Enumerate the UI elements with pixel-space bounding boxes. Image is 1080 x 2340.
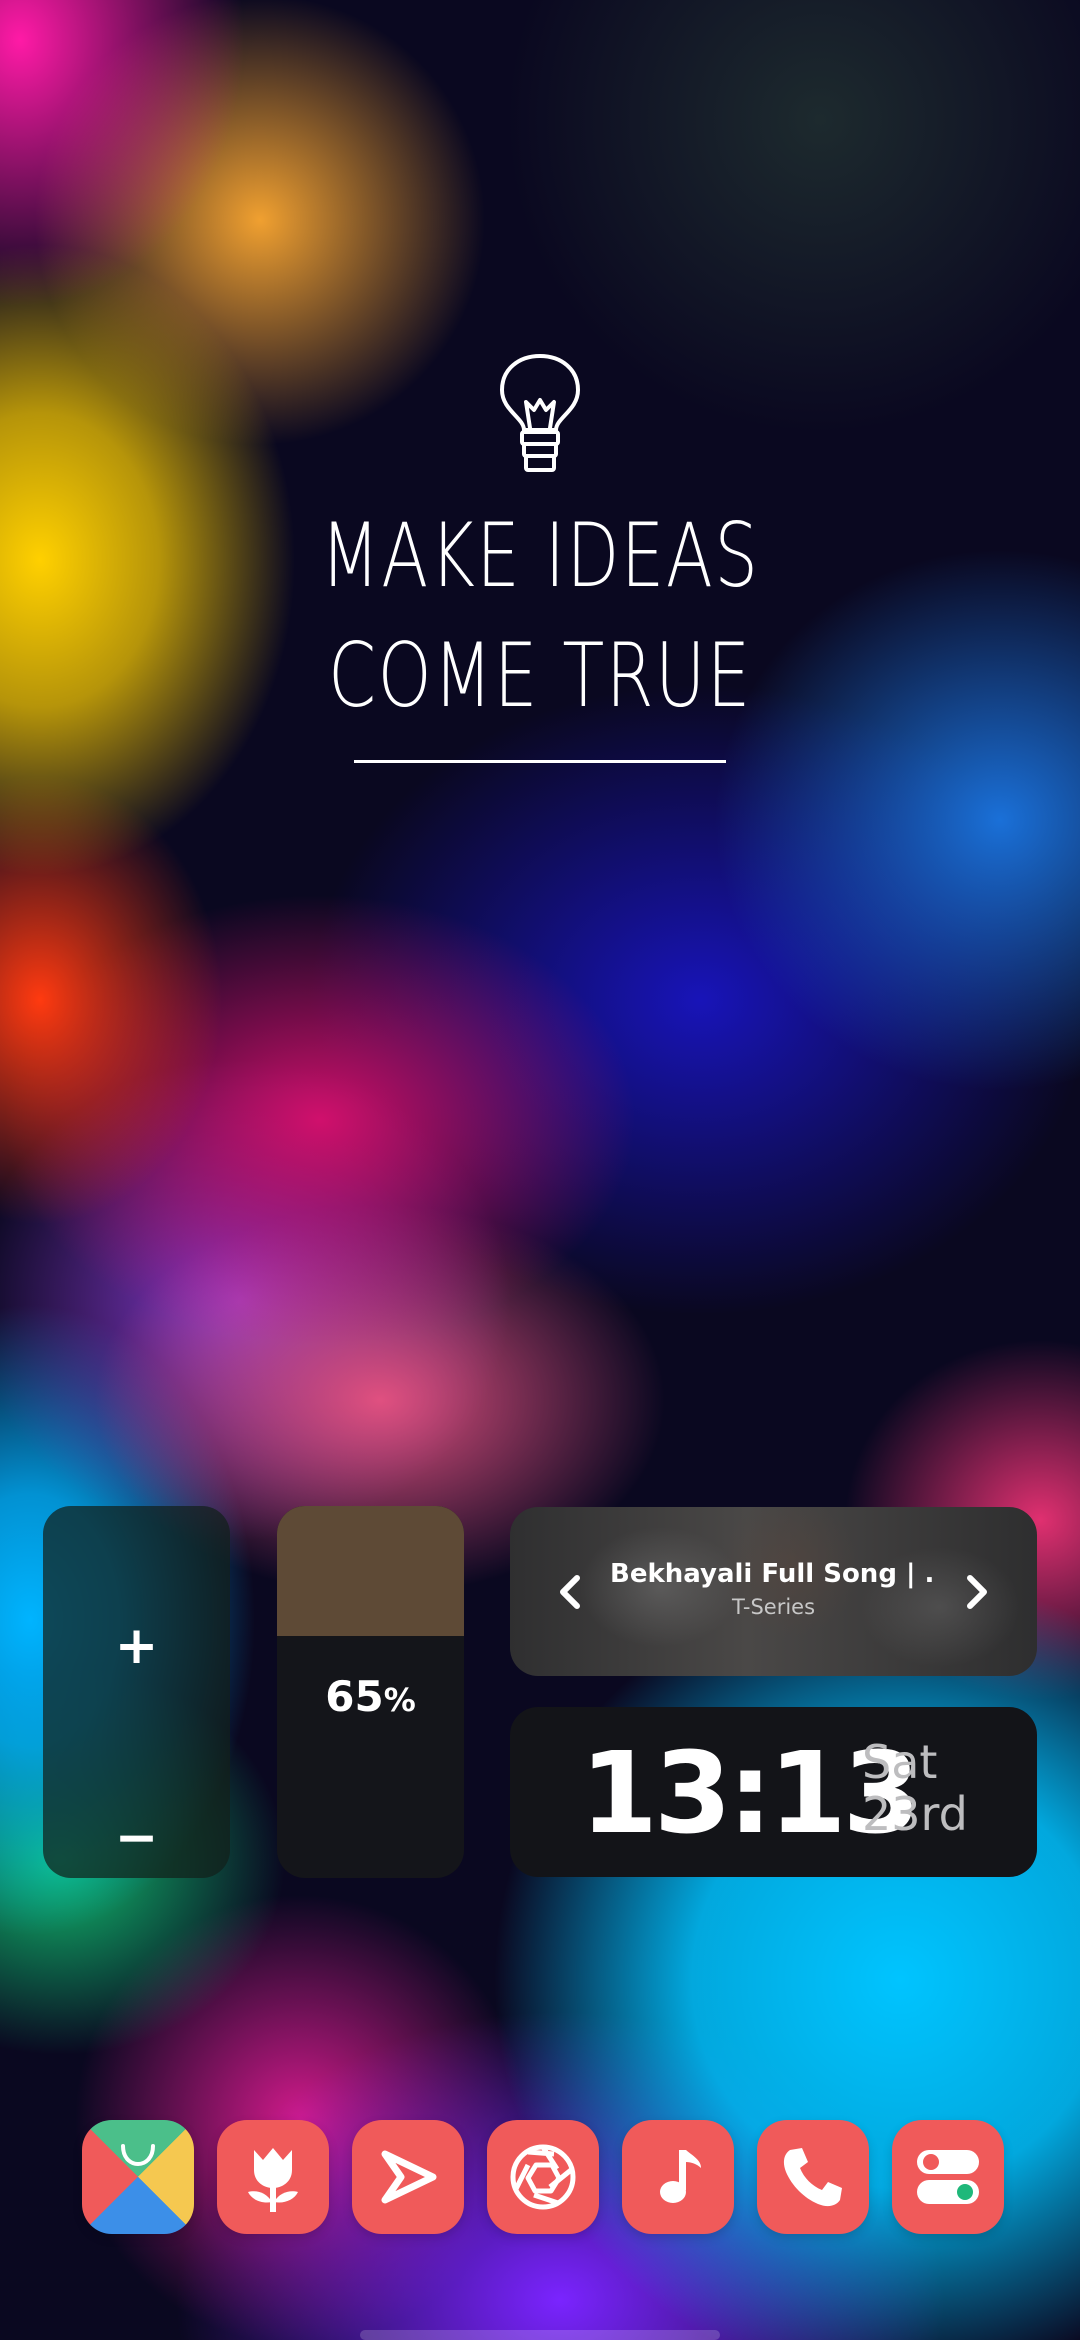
- next-track-button[interactable]: [947, 1557, 1007, 1627]
- increase-button[interactable]: +: [43, 1596, 230, 1696]
- headline-line-2: COME TRUE: [328, 624, 752, 727]
- play-icon: [381, 2150, 437, 2204]
- song-artist: T-Series: [731, 1595, 816, 1619]
- headline-underline: [354, 760, 726, 763]
- camera-aperture-icon: [510, 2144, 576, 2210]
- music-app-icon[interactable]: [622, 2120, 734, 2234]
- decrease-button[interactable]: −: [43, 1788, 230, 1878]
- settings-app-icon[interactable]: [892, 2120, 1004, 2234]
- shopping-bag-icon: [121, 2144, 155, 2166]
- level-value: 65%: [325, 1672, 416, 1721]
- level-fill: [277, 1506, 464, 1636]
- camera-app-icon[interactable]: [487, 2120, 599, 2234]
- clock-widget[interactable]: 13:13 Sat 23rd: [510, 1707, 1037, 1877]
- volume-stepper-widget: + −: [43, 1506, 230, 1878]
- chevron-left-icon: [560, 1575, 580, 1609]
- clock-day: Sat: [862, 1735, 938, 1789]
- song-title: Bekhayali Full Song | ...: [610, 1559, 937, 1589]
- phone-icon: [783, 2148, 842, 2207]
- headline-line-1: MAKE IDEAS: [320, 504, 760, 607]
- wallpaper: [0, 0, 1080, 2340]
- home-indicator[interactable]: [360, 2330, 720, 2340]
- flower-icon: [248, 2148, 298, 2212]
- level-slider-widget[interactable]: 65%: [277, 1506, 464, 1878]
- video-app-icon[interactable]: [352, 2120, 464, 2234]
- clock-date: 23rd: [862, 1787, 968, 1841]
- music-note-icon: [660, 2150, 701, 2203]
- previous-track-button[interactable]: [540, 1557, 600, 1627]
- music-player-widget[interactable]: Bekhayali Full Song | ... T-Series: [510, 1507, 1037, 1676]
- chevron-right-icon: [967, 1575, 987, 1609]
- phone-app-icon[interactable]: [757, 2120, 869, 2234]
- toggle-settings-icon: [917, 2150, 979, 2204]
- gallery-app-icon[interactable]: [217, 2120, 329, 2234]
- app-store-icon[interactable]: [82, 2120, 194, 2234]
- lightbulb-icon: [500, 354, 580, 472]
